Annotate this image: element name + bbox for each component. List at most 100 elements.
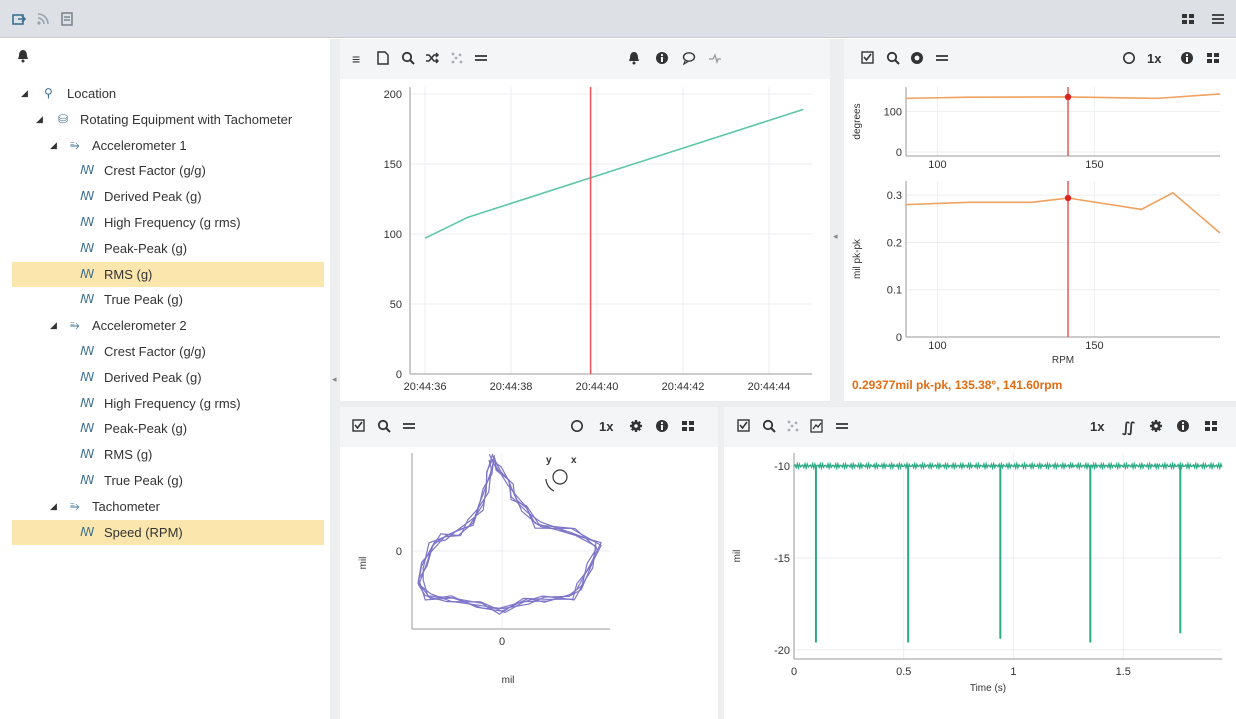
tree-item[interactable]: ◢ ⚲ Location: [12, 81, 324, 106]
tree-item[interactable]: ꟿ Speed (RPM): [12, 519, 324, 545]
tree-item[interactable]: ꟿ True Peak (g): [12, 287, 324, 312]
y-tick-label: 0.3: [887, 190, 902, 202]
waveform-icon: ꟿ: [80, 215, 95, 229]
menu-icon[interactable]: ≡: [352, 51, 360, 67]
speed-toggle[interactable]: 1x: [599, 419, 613, 435]
plot-area: [794, 453, 1222, 659]
collapse-left-icon[interactable]: ◂: [332, 374, 337, 385]
x-axis-label: Time (s): [970, 683, 1006, 694]
zoom-icon[interactable]: [401, 51, 415, 68]
document-icon[interactable]: [60, 12, 74, 26]
shuffle-icon[interactable]: [425, 51, 440, 68]
speed-toggle[interactable]: 1x: [1147, 51, 1161, 67]
equals-menu-icon[interactable]: [402, 419, 416, 436]
tree-item[interactable]: ꟿ RMS (g): [12, 261, 324, 287]
circle-icon[interactable]: [1122, 51, 1136, 68]
y-axis-label: mil: [732, 550, 743, 563]
page-icon[interactable]: [377, 51, 389, 68]
grid-layout-icon[interactable]: [681, 419, 695, 436]
expand-toggle-icon[interactable]: ◢: [50, 313, 57, 338]
equals-menu-icon[interactable]: [835, 419, 849, 436]
zoom-icon[interactable]: [886, 51, 900, 68]
expand-toggle-icon[interactable]: ◢: [36, 107, 43, 132]
bode-chart[interactable]: 0 100 100 150 degrees 0 0.1 0.2 0.3 100 150 mil pk-…: [844, 79, 1236, 401]
collapse-left-icon[interactable]: ◂: [833, 231, 838, 242]
zoom-icon[interactable]: [377, 419, 391, 436]
sensor-icon: ⥱: [70, 498, 80, 513]
tree-item[interactable]: ◢ ⥱ Accelerometer 2: [12, 313, 324, 338]
checkbox-icon[interactable]: [861, 51, 874, 67]
gear-icon[interactable]: [1149, 419, 1163, 436]
scatter-icon[interactable]: [450, 51, 464, 68]
trend-chart[interactable]: 0 50 100 150 200 20:44:36 20:44:38 20:44:40 20:4…: [340, 79, 830, 401]
tree-item[interactable]: ꟿ Crest Factor (g/g): [12, 339, 324, 364]
info-icon[interactable]: [1176, 419, 1190, 436]
expand-toggle-icon[interactable]: ◢: [50, 494, 57, 519]
sidebar-splitter[interactable]: ◂: [330, 39, 340, 719]
grid-layout-icon[interactable]: [1206, 51, 1220, 68]
orbit-chart[interactable]: 0 0 mil mil y x: [340, 447, 718, 719]
hamburger-menu-icon[interactable]: [1211, 12, 1225, 26]
amplitude-plot-area: [906, 181, 1220, 337]
info-icon[interactable]: [1180, 51, 1194, 68]
grid-layout-icon[interactable]: [1181, 12, 1195, 26]
x-tick-label: 100: [928, 340, 946, 352]
waveform-icon: ꟿ: [80, 163, 95, 178]
equals-menu-icon[interactable]: [935, 51, 949, 68]
bell-icon[interactable]: [17, 49, 29, 66]
waveform-icon: ꟿ: [80, 447, 95, 462]
rss-feed-icon[interactable]: [36, 12, 50, 26]
tree-item[interactable]: ꟿ Derived Peak (g): [12, 184, 324, 209]
checkbox-icon[interactable]: [737, 419, 750, 435]
waveform-chart[interactable]: -10 -15 -200 0.5 1 1.5 mil Time (s): [724, 447, 1236, 719]
direction-label-x: x: [571, 455, 577, 466]
y-tick-label: 150: [384, 159, 402, 171]
tree-item[interactable]: ꟿ Peak-Peak (g): [12, 236, 324, 261]
y-tick-label: 0.1: [887, 285, 902, 297]
chart-export-icon[interactable]: [810, 419, 824, 436]
tree-item[interactable]: ◢ ⥱ Accelerometer 1: [12, 133, 324, 158]
tree-item[interactable]: ꟿ High Frequency (g rms): [12, 391, 324, 416]
tree-item[interactable]: ꟿ High Frequency (g rms): [12, 210, 324, 235]
tree-item-label: True Peak (g): [104, 473, 183, 488]
grid-layout-icon[interactable]: [1204, 419, 1218, 436]
info-icon[interactable]: [655, 419, 669, 436]
waveform-icon: ꟿ: [80, 240, 95, 255]
pulse-icon[interactable]: [708, 51, 722, 68]
tree-item[interactable]: ꟿ Crest Factor (g/g): [12, 158, 324, 183]
tree-item[interactable]: ◢ ⛁ Rotating Equipment with Tachometer: [12, 107, 324, 132]
x-axis-label: mil: [502, 675, 515, 686]
x-axis-label: RPM: [1052, 355, 1074, 366]
settings-circle-icon[interactable]: [910, 51, 924, 68]
tree-item[interactable]: ꟿ Peak-Peak (g): [12, 416, 324, 441]
y-axis-label: degrees: [852, 103, 863, 139]
info-icon[interactable]: [655, 51, 669, 68]
circle-icon[interactable]: [570, 419, 584, 436]
alarm-bell-icon[interactable]: [628, 51, 640, 68]
tree-item[interactable]: ◢ ⥱ Tachometer: [12, 494, 324, 519]
x-tick-label: 0.5: [896, 666, 911, 678]
panel-splitter-vertical[interactable]: ◂: [830, 39, 844, 405]
speed-toggle[interactable]: 1x: [1090, 419, 1104, 435]
checkbox-icon[interactable]: [352, 419, 365, 435]
gear-icon[interactable]: [629, 419, 643, 436]
equals-menu-icon[interactable]: [474, 51, 488, 68]
plot-area: [410, 87, 812, 374]
comment-icon[interactable]: [682, 51, 696, 68]
tree-item-label: RMS (g): [104, 447, 153, 463]
integrate-icon[interactable]: ∬: [1122, 419, 1135, 435]
zoom-icon[interactable]: [762, 419, 776, 436]
scatter-icon[interactable]: [786, 419, 800, 436]
tree-item[interactable]: ꟿ RMS (g): [12, 442, 324, 467]
expand-toggle-icon[interactable]: ◢: [50, 133, 57, 158]
tree-item[interactable]: ꟿ Derived Peak (g): [12, 365, 324, 390]
tree-item[interactable]: ꟿ True Peak (g): [12, 468, 324, 493]
x-tick-label: 20:44:40: [576, 381, 619, 393]
expand-toggle-icon[interactable]: ◢: [21, 81, 28, 106]
y-tick-label: 50: [390, 299, 402, 311]
tree-item-label: Location: [67, 86, 117, 101]
export-icon[interactable]: [12, 12, 27, 26]
x-tick-label: 20:44:38: [490, 381, 533, 393]
y-axis-label: mil: [358, 557, 369, 570]
tree-item-label: Crest Factor (g/g): [104, 163, 206, 179]
